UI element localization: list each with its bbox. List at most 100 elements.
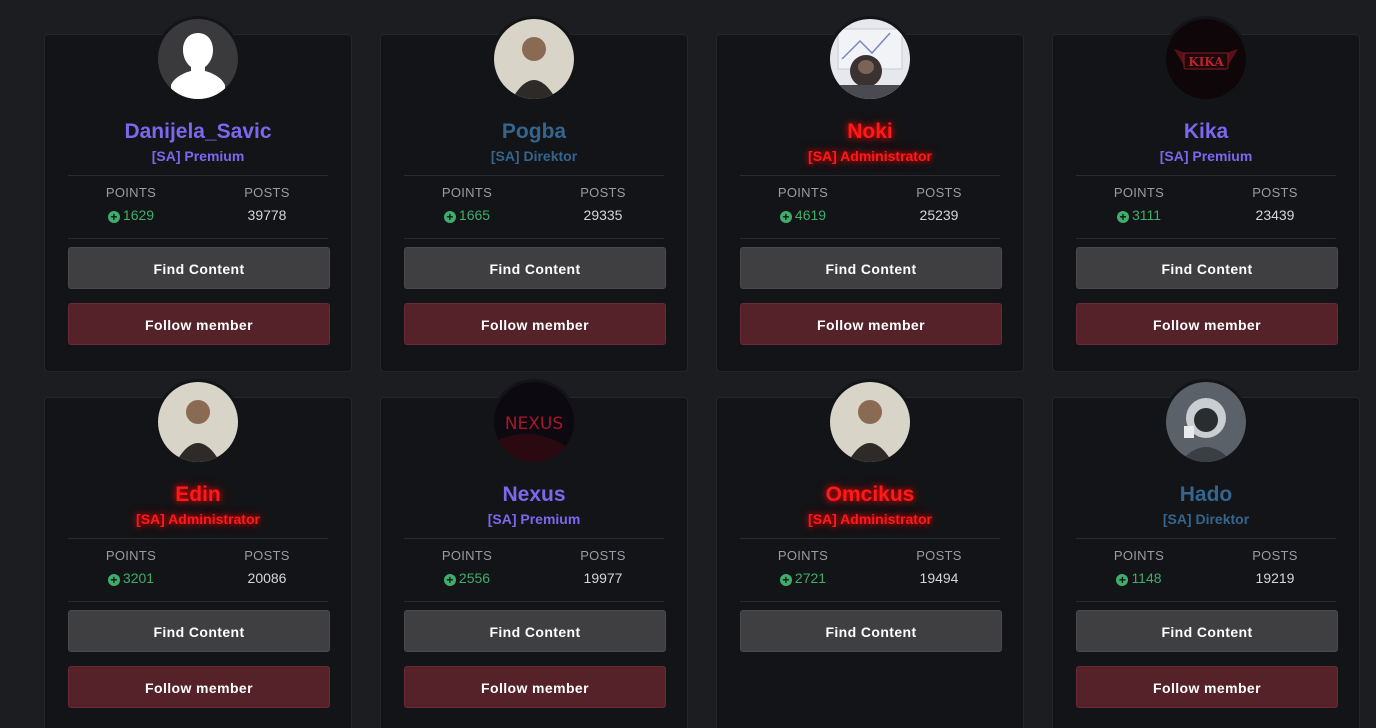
follow-member-button[interactable]: Follow member: [68, 303, 330, 345]
posts-label: POSTS: [580, 548, 626, 563]
follow-member-button[interactable]: Follow member: [740, 303, 1002, 345]
member-name[interactable]: Omcikus: [717, 482, 1023, 508]
member-grid: Danijela_Savic [SA] Premium POINTS +1629 POS…: [0, 0, 1376, 728]
member-group: [SA] Direktor: [490, 148, 578, 164]
posts-label: POSTS: [916, 185, 962, 200]
find-content-button[interactable]: Find Content: [740, 247, 1002, 289]
avatar[interactable]: [158, 19, 238, 99]
divider: [740, 175, 1000, 176]
points-value: +4619: [735, 207, 871, 223]
posts-value: 19219: [1255, 570, 1295, 586]
posts-value: 23439: [1255, 207, 1295, 223]
points-number: 1629: [122, 207, 155, 223]
points-number: 3201: [122, 570, 155, 586]
member-name[interactable]: Danijela_Savic: [45, 119, 351, 145]
points-stat: POINTS +4619: [735, 185, 871, 223]
points-stat: POINTS +1148: [1071, 548, 1207, 586]
member-name[interactable]: Pogba: [381, 119, 687, 145]
member-card: NEXUS Nexus [SA] Premium POINTS +2556 POSTS 19…: [380, 382, 688, 728]
member-card: Danijela_Savic [SA] Premium POINTS +1629 POS…: [44, 19, 352, 372]
points-stat: POINTS +1665: [399, 185, 535, 223]
points-label: POINTS: [777, 548, 829, 563]
posts-label: POSTS: [1252, 548, 1298, 563]
plus-circle-icon: +: [1116, 574, 1129, 586]
divider: [740, 538, 1000, 539]
avatar[interactable]: [494, 19, 574, 99]
avatar[interactable]: [158, 382, 238, 462]
avatar[interactable]: [830, 382, 910, 462]
points-number: 2721: [794, 570, 827, 586]
points-value: +3111: [1071, 207, 1207, 223]
divider: [740, 238, 1000, 239]
points-number: 1665: [458, 207, 491, 223]
points-value: +2556: [399, 570, 535, 586]
member-group: [SA] Administrator: [808, 148, 932, 164]
divider: [404, 238, 664, 239]
posts-value: 39778: [247, 207, 287, 223]
member-card: Pogba [SA] Direktor POINTS +1665 POSTS 29335 F…: [380, 19, 688, 372]
divider: [404, 538, 664, 539]
points-stat: POINTS +2721: [735, 548, 871, 586]
member-card: Hado [SA] Direktor POINTS +1148 POSTS 19219 Fi…: [1052, 382, 1360, 728]
plus-circle-icon: +: [107, 574, 120, 586]
member-name[interactable]: Hado: [1053, 482, 1359, 508]
points-label: POINTS: [441, 548, 493, 563]
find-content-button[interactable]: Find Content: [740, 610, 1002, 652]
avatar[interactable]: KIKA: [1166, 19, 1246, 99]
posts-stat: POSTS 23439: [1207, 185, 1343, 223]
divider: [68, 601, 328, 602]
posts-stat: POSTS 19219: [1207, 548, 1343, 586]
find-content-button[interactable]: Find Content: [68, 247, 330, 289]
points-label: POINTS: [777, 185, 829, 200]
points-number: 4619: [794, 207, 827, 223]
points-label: POINTS: [441, 185, 493, 200]
posts-stat: POSTS 20086: [199, 548, 335, 586]
follow-member-button[interactable]: Follow member: [404, 303, 666, 345]
plus-circle-icon: +: [443, 211, 456, 223]
find-content-button[interactable]: Find Content: [1076, 610, 1338, 652]
posts-value: 20086: [247, 570, 287, 586]
member-name[interactable]: Nexus: [381, 482, 687, 508]
follow-member-button[interactable]: Follow member: [1076, 666, 1338, 708]
find-content-button[interactable]: Find Content: [68, 610, 330, 652]
member-group: [SA] Administrator: [808, 511, 932, 527]
plus-circle-icon: +: [107, 211, 120, 223]
avatar[interactable]: [1166, 382, 1246, 462]
posts-stat: POSTS 19977: [535, 548, 671, 586]
divider: [740, 601, 1000, 602]
posts-value: 25239: [919, 207, 959, 223]
member-name[interactable]: Kika: [1053, 119, 1359, 145]
plus-circle-icon: +: [779, 574, 792, 586]
member-card: Edin [SA] Administrator POINTS +3201 POSTS 20…: [44, 382, 352, 728]
divider: [404, 175, 664, 176]
points-number: 1148: [1131, 570, 1162, 586]
divider: [1076, 601, 1336, 602]
divider: [1076, 538, 1336, 539]
avatar[interactable]: [830, 19, 910, 99]
member-name[interactable]: Noki: [717, 119, 1023, 145]
follow-member-button[interactable]: Follow member: [1076, 303, 1338, 345]
posts-label: POSTS: [244, 548, 290, 563]
follow-member-button[interactable]: Follow member: [404, 666, 666, 708]
points-value: +1629: [63, 207, 199, 223]
find-content-button[interactable]: Find Content: [404, 247, 666, 289]
member-group: [SA] Premium: [1159, 148, 1253, 164]
plus-circle-icon: +: [443, 574, 456, 586]
points-number: 2556: [458, 570, 491, 586]
divider: [1076, 175, 1336, 176]
posts-stat: POSTS 29335: [535, 185, 671, 223]
find-content-button[interactable]: Find Content: [1076, 247, 1338, 289]
posts-stat: POSTS 19494: [871, 548, 1007, 586]
divider: [68, 175, 328, 176]
plus-circle-icon: +: [1116, 211, 1129, 223]
avatar[interactable]: NEXUS: [494, 382, 574, 462]
posts-value: 29335: [583, 207, 623, 223]
points-value: +2721: [735, 570, 871, 586]
follow-member-button[interactable]: Follow member: [68, 666, 330, 708]
member-group: [SA] Premium: [487, 511, 581, 527]
find-content-button[interactable]: Find Content: [404, 610, 666, 652]
posts-stat: POSTS 39778: [199, 185, 335, 223]
points-stat: POINTS +3201: [63, 548, 199, 586]
member-name[interactable]: Edin: [45, 482, 351, 508]
points-value: +3201: [63, 570, 199, 586]
